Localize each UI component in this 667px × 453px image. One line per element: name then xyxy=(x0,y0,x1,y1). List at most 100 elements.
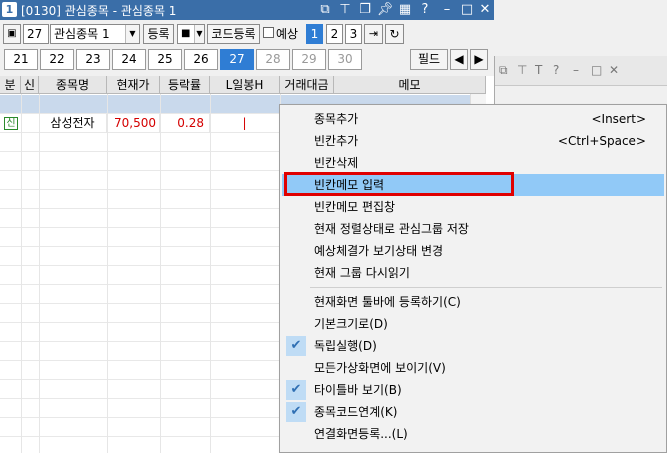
menu-item-register-toolbar[interactable]: 현재화면 툴바에 등록하기(C) xyxy=(282,291,664,313)
tack-icon[interactable]: 📌︎ xyxy=(376,1,394,19)
menu-item-show-titlebar[interactable]: ✔ 타이틀바 보기(B) xyxy=(282,379,664,401)
group-select[interactable]: 관심종목 1 ▼ xyxy=(50,24,140,44)
menu-item-label: 종목코드연계(K) xyxy=(314,405,398,419)
stock-change: 0.28 xyxy=(160,114,210,133)
menu-item-reload-group[interactable]: 현재 그룹 다시읽기 xyxy=(282,262,664,284)
checkmark-icon: ✔ xyxy=(286,336,306,356)
field-button[interactable]: 필드 xyxy=(410,49,448,70)
menu-item-label: 연결화면등록...(L) xyxy=(314,427,408,441)
menu-item-label: 기본크기로(D) xyxy=(314,317,388,331)
menu-item-link-stock-code[interactable]: ✔ 종목코드연계(K) xyxy=(282,401,664,423)
day-button-21[interactable]: 21 xyxy=(4,49,38,70)
menu-item-label: 현재 그룹 다시읽기 xyxy=(314,266,410,280)
column-header-name[interactable]: 종목명 xyxy=(39,76,107,94)
menu-item-label: 빈칸메모 편집창 xyxy=(314,200,396,214)
menu-item-label: 모든가상화면에 보이기(V) xyxy=(314,361,446,375)
layout-toggle-icon[interactable]: ▣ xyxy=(3,24,21,44)
day-button-23[interactable]: 23 xyxy=(76,49,110,70)
pin-icon[interactable]: ⊤ xyxy=(336,1,354,19)
column-divider xyxy=(107,94,108,453)
close-icon[interactable]: ✕ xyxy=(476,1,494,19)
menu-item-delete-blank[interactable]: 빈칸삭제 xyxy=(282,152,664,174)
menu-item-label: 예상체결가 보기상태 변경 xyxy=(314,244,444,258)
column-divider xyxy=(39,94,40,453)
copy-window-icon[interactable]: ❐ xyxy=(356,1,374,19)
view-mode-select[interactable]: ■ ▼ xyxy=(177,24,205,44)
chevron-down-icon[interactable]: ▼ xyxy=(125,25,139,43)
column-divider xyxy=(160,94,161,453)
pin-icon[interactable]: ⊤ xyxy=(517,63,527,77)
link-icon[interactable]: ⧉ xyxy=(316,1,334,19)
stock-price: 70,500 xyxy=(107,114,160,133)
secondary-window-titlebar[interactable]: ⧉ ⊤ T ? – □ ✕ xyxy=(495,56,667,86)
day-button-29[interactable]: 29 xyxy=(292,49,326,70)
chevron-down-icon[interactable]: ▼ xyxy=(194,25,204,43)
menu-item-add-blank[interactable]: 빈칸추가 <Ctrl+Space> xyxy=(282,130,664,152)
menu-item-label: 현재화면 툴바에 등록하기(C) xyxy=(314,295,461,309)
highlight-callout-box xyxy=(284,172,514,196)
group-select-value: 관심종목 1 xyxy=(54,27,110,41)
menu-item-blank-memo-editor[interactable]: 빈칸메모 편집창 xyxy=(282,196,664,218)
minimize-icon[interactable]: – xyxy=(573,63,579,77)
maximize-icon[interactable]: □ xyxy=(458,1,476,19)
close-icon[interactable]: ✕ xyxy=(609,63,619,77)
menu-item-label: 현재 정렬상태로 관심그룹 저장 xyxy=(314,222,469,236)
column-header-memo[interactable]: 메모 xyxy=(334,76,486,94)
column-header-price[interactable]: 현재가 xyxy=(107,76,160,94)
code-register-button[interactable]: 코드등록 xyxy=(207,24,260,44)
forecast-label: 예상 xyxy=(276,27,299,41)
grid-icon[interactable]: ▦ xyxy=(396,1,414,19)
minimize-icon[interactable]: – xyxy=(438,1,456,19)
checkmark-icon: ✔ xyxy=(286,402,306,422)
text-icon[interactable]: T xyxy=(535,63,542,77)
day-button-26[interactable]: 26 xyxy=(184,49,218,70)
column-divider xyxy=(21,94,22,453)
menu-separator xyxy=(310,287,662,288)
day-button-24[interactable]: 24 xyxy=(112,49,146,70)
menu-item-save-sort-group[interactable]: 현재 정렬상태로 관심그룹 저장 xyxy=(282,218,664,240)
group-number-spinner[interactable]: 27 xyxy=(23,24,49,44)
day-tabs: 21 22 23 24 25 26 27 28 29 30 필드 ◀ ▶ xyxy=(0,47,494,72)
page-button-2[interactable]: 2 xyxy=(326,24,343,44)
column-header-candle[interactable]: L일봉H xyxy=(210,76,280,94)
help-icon[interactable]: ? xyxy=(553,63,559,77)
menu-item-label: 타이틀바 보기(B) xyxy=(314,383,402,397)
checkmark-icon: ✔ xyxy=(286,380,306,400)
menu-item-label: 독립실행(D) xyxy=(314,339,377,353)
page-button-3[interactable]: 3 xyxy=(345,24,362,44)
export-icon[interactable]: ⇥ xyxy=(364,24,383,44)
window-title: [0130] 관심종목 - 관심종목 1 xyxy=(21,4,177,18)
maximize-icon[interactable]: □ xyxy=(591,63,602,77)
column-header-change[interactable]: 등락률 xyxy=(160,76,210,94)
stock-name: 삼성전자 xyxy=(39,114,107,133)
menu-item-toggle-forecast-view[interactable]: 예상체결가 보기상태 변경 xyxy=(282,240,664,262)
day-button-30[interactable]: 30 xyxy=(328,49,362,70)
register-button[interactable]: 등록 xyxy=(143,24,174,44)
scroll-left-icon[interactable]: ◀ xyxy=(450,49,468,70)
column-header-volume[interactable]: 거래대금 xyxy=(280,76,334,94)
menu-item-register-linked-screen[interactable]: 연결화면등록...(L) xyxy=(282,423,664,445)
menu-item-shortcut: <Insert> xyxy=(591,112,646,126)
day-button-25[interactable]: 25 xyxy=(148,49,182,70)
day-button-28[interactable]: 28 xyxy=(256,49,290,70)
column-header-credit[interactable]: 신 xyxy=(21,76,39,94)
menu-item-default-size[interactable]: 기본크기로(D) xyxy=(282,313,664,335)
window-titlebar[interactable]: 1 [0130] 관심종목 - 관심종목 1 ⧉ ⊤ ❐ 📌︎ ▦ ? – □ … xyxy=(0,0,494,20)
column-divider xyxy=(210,94,211,453)
forecast-checkbox[interactable] xyxy=(263,27,274,38)
page-button-1[interactable]: 1 xyxy=(306,24,323,44)
menu-item-shortcut: <Ctrl+Space> xyxy=(557,134,646,148)
toolbar-main: ▣ 27 관심종목 1 ▼ 등록 ■ ▼ 코드등록 예상 1 2 3 ⇥ ↻ xyxy=(0,20,494,47)
menu-item-standalone[interactable]: ✔ 독립실행(D) xyxy=(282,335,664,357)
candle-mark: | xyxy=(210,114,280,133)
day-button-27[interactable]: 27 xyxy=(220,49,254,70)
day-button-22[interactable]: 22 xyxy=(40,49,74,70)
menu-item-add-stock[interactable]: 종목추가 <Insert> xyxy=(282,108,664,130)
menu-item-show-all-desktops[interactable]: 모든가상화면에 보이기(V) xyxy=(282,357,664,379)
app-number-icon: 1 xyxy=(2,2,17,17)
column-header-type[interactable]: 분 xyxy=(0,76,21,94)
scroll-right-icon[interactable]: ▶ xyxy=(470,49,488,70)
help-icon[interactable]: ? xyxy=(416,1,434,19)
link-icon[interactable]: ⧉ xyxy=(499,63,508,78)
refresh-icon[interactable]: ↻ xyxy=(385,24,404,44)
